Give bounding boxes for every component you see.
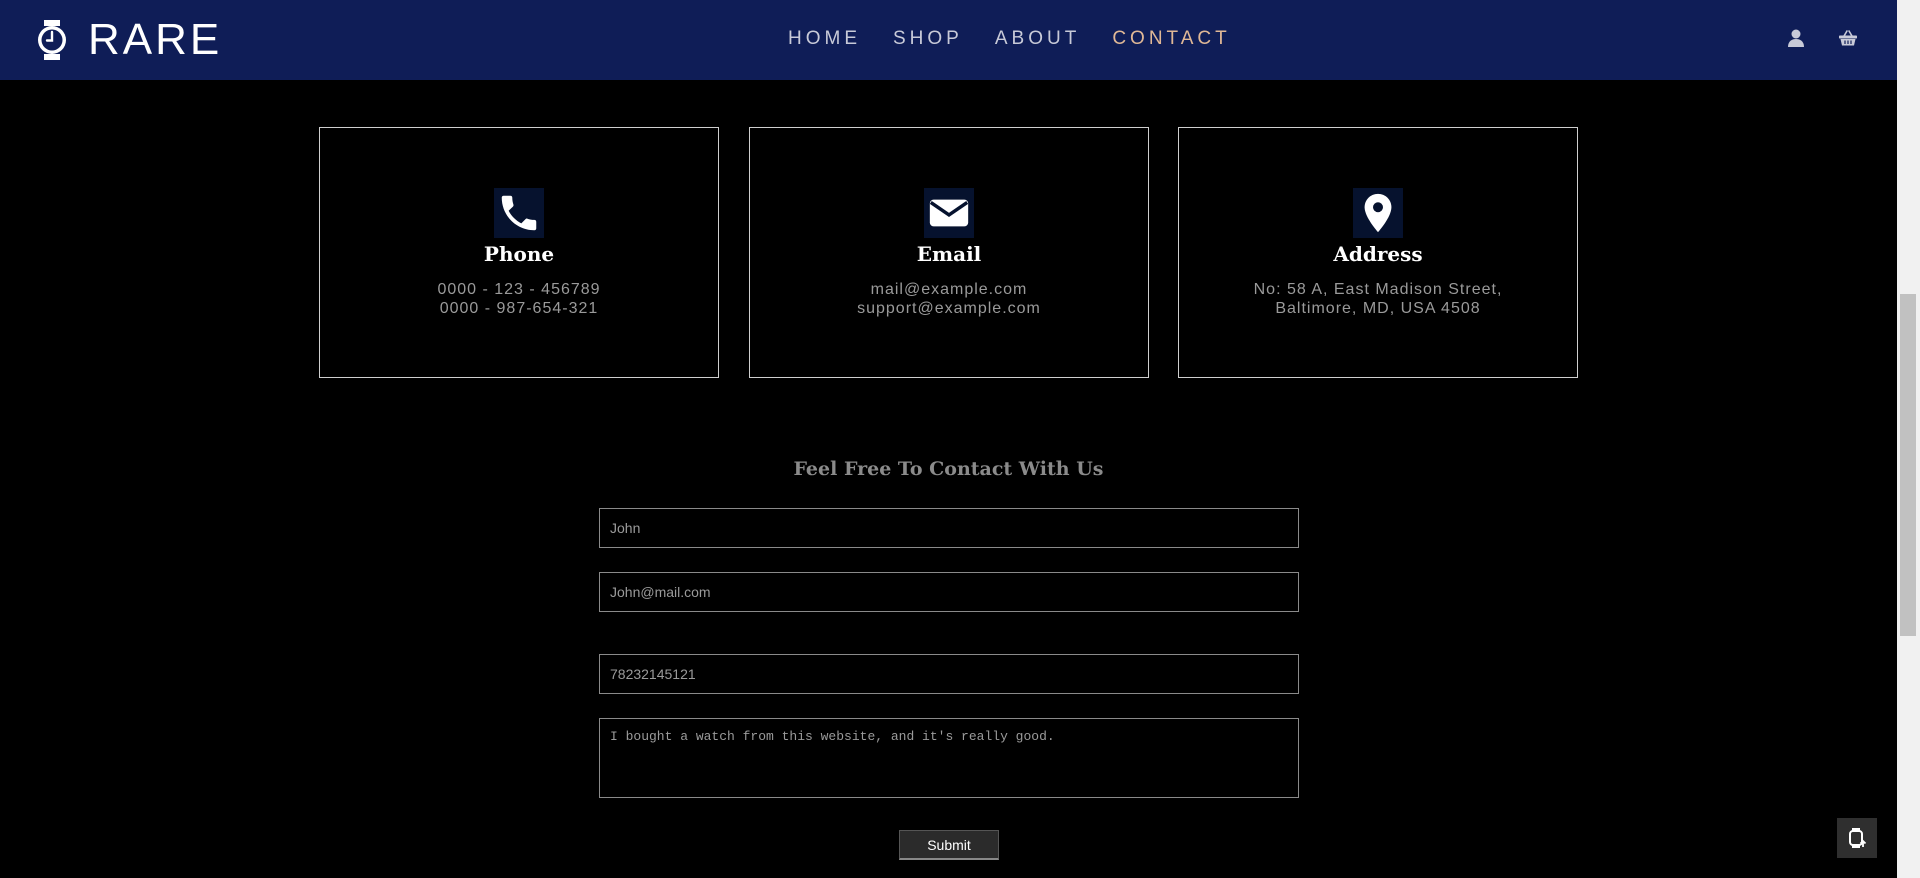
address-line-2: Baltimore, MD, USA 4508 xyxy=(1275,300,1481,317)
phone-line-1: 0000 - 123 - 456789 xyxy=(437,281,601,298)
phone-card: Phone 0000 - 123 - 456789 0000 - 987-654… xyxy=(319,127,719,378)
card-title: Phone xyxy=(483,242,555,266)
phone-line-2: 0000 - 987-654-321 xyxy=(439,300,599,317)
brand-name: RARE xyxy=(88,15,223,64)
form-title: Feel Free To Contact With Us xyxy=(793,458,1104,480)
nav-icons xyxy=(1784,26,1888,50)
navbar: RARE HOME SHOP ABOUT CONTACT xyxy=(0,0,1897,80)
map-pin-icon xyxy=(1353,188,1403,238)
email-line-1[interactable]: mail@example.com xyxy=(750,280,1148,299)
user-icon[interactable] xyxy=(1784,26,1808,50)
message-field[interactable]: I bought a watch from this website, and … xyxy=(599,718,1299,798)
phone-field[interactable] xyxy=(599,654,1299,694)
nav-shop[interactable]: SHOP xyxy=(893,28,963,50)
envelope-icon xyxy=(924,188,974,238)
brand-logo[interactable]: RARE xyxy=(36,14,222,66)
address-line-1: No: 58 A, East Madison Street, xyxy=(1253,281,1503,298)
email-field[interactable] xyxy=(599,572,1299,612)
floating-watch-button[interactable] xyxy=(1837,818,1877,858)
card-title: Address xyxy=(1333,242,1423,266)
submit-button[interactable]: Submit xyxy=(899,830,999,860)
nav-contact[interactable]: CONTACT xyxy=(1112,28,1230,50)
nav-home[interactable]: HOME xyxy=(788,28,861,50)
phone-icon xyxy=(494,188,544,238)
address-card: Address No: 58 A, East Madison Street, B… xyxy=(1178,127,1578,378)
name-field[interactable] xyxy=(599,508,1299,548)
basket-icon[interactable] xyxy=(1836,26,1860,50)
page-scrollbar[interactable] xyxy=(1897,0,1920,878)
card-title: Email xyxy=(916,242,982,266)
nav-about[interactable]: ABOUT xyxy=(995,28,1080,50)
scrollbar-thumb[interactable] xyxy=(1900,294,1916,636)
main-nav: HOME SHOP ABOUT CONTACT xyxy=(788,28,1263,50)
email-line-2[interactable]: support@example.com xyxy=(750,299,1148,318)
email-card: Email mail@example.com support@example.c… xyxy=(749,127,1149,378)
watch-icon xyxy=(38,20,66,60)
watch-upload-icon xyxy=(1849,828,1867,848)
